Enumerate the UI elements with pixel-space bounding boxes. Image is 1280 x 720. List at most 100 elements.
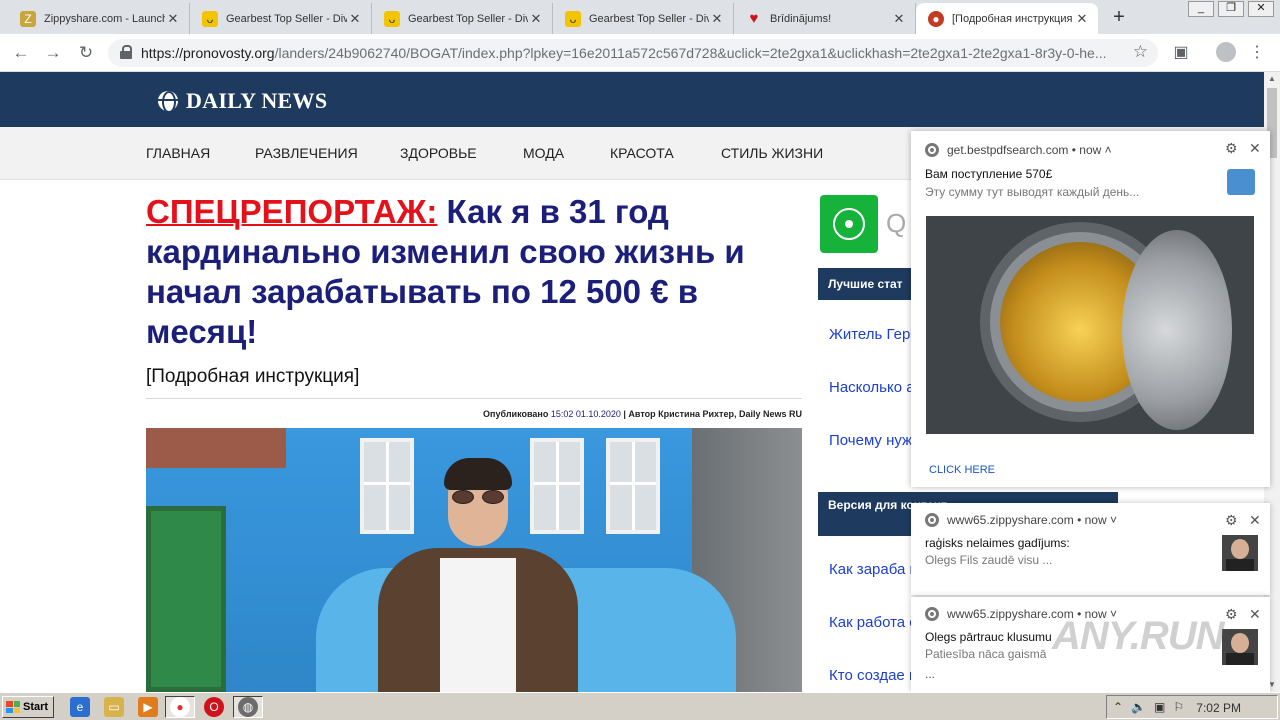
headline-kicker[interactable]: СПЕЦРЕПОРТАЖ: xyxy=(146,193,437,230)
close-icon[interactable]: ✕ xyxy=(165,11,181,27)
opera-icon[interactable]: O xyxy=(204,697,224,717)
tab-title: Brīdinājums! xyxy=(770,12,832,25)
chrome-icon xyxy=(925,607,939,621)
bookmark-star-icon[interactable]: ☆ xyxy=(1133,42,1148,62)
chevron-down-icon[interactable]: ˅ xyxy=(1110,513,1117,527)
tab-gearbest-1[interactable]: ᴗ Gearbest Top Seller - Div ✕ xyxy=(190,3,372,34)
url-host: https://pronovosty.org xyxy=(141,45,275,61)
close-icon[interactable]: ✕ xyxy=(1074,11,1090,27)
chrome-taskbar-button[interactable]: ● xyxy=(165,696,195,718)
photo-window xyxy=(530,438,584,534)
tab-strip: Z Zippyshare.com - Launch ✕ ᴗ Gearbest T… xyxy=(0,0,1280,34)
notification-bestpdfsearch[interactable]: get.bestpdfsearch.com • now ˄ ⚙ ✕ Вам по… xyxy=(911,131,1270,487)
window-controls: _ ❐ ✕ xyxy=(1184,1,1274,17)
system-tray: ⌃ 🔈 ▣ ⚐ 7:02 PM xyxy=(1106,695,1278,719)
windows-logo-icon xyxy=(6,701,20,713)
byline-prefix: Опубликовано xyxy=(483,409,551,419)
photo-person-hair xyxy=(444,458,512,490)
tab-title: Gearbest Top Seller - Div xyxy=(408,12,528,25)
byline-author: | Автор Кристина Рихтер, Daily News RU xyxy=(620,409,802,419)
scroll-up-icon[interactable]: ▲ xyxy=(1264,72,1280,86)
tray-expand-icon[interactable]: ⌃ xyxy=(1113,700,1123,714)
menu-item-fashion[interactable]: МОДА xyxy=(523,127,564,180)
notification-header: www65.zippyshare.com • now ˅ xyxy=(925,513,1117,527)
menu-item-home[interactable]: ГЛАВНАЯ xyxy=(146,127,210,180)
back-icon[interactable]: ← xyxy=(10,42,32,64)
sidebar-brand: Q xyxy=(886,208,907,238)
app-taskbar-button[interactable]: ◍ xyxy=(233,696,263,718)
article-photo xyxy=(146,428,802,692)
minimize-button[interactable]: _ xyxy=(1188,1,1214,17)
close-icon[interactable]: ✕ xyxy=(1249,512,1261,529)
internet-explorer-icon[interactable]: e xyxy=(70,697,90,717)
photo-roof xyxy=(146,428,286,468)
atom-icon xyxy=(833,208,865,240)
chrome-icon xyxy=(925,513,939,527)
photo-door xyxy=(146,506,226,692)
gear-icon[interactable]: ⚙ xyxy=(1225,140,1238,157)
tab-bridinajums[interactable]: ♥ Brīdinājums! ✕ xyxy=(734,3,916,34)
tab-title: [Подробная инструкция xyxy=(952,12,1073,25)
close-icon[interactable]: ✕ xyxy=(1249,140,1261,157)
reload-icon[interactable]: ↻ xyxy=(75,42,97,64)
tab-gearbest-3[interactable]: ᴗ Gearbest Top Seller - Div ✕ xyxy=(553,3,734,34)
close-window-button[interactable]: ✕ xyxy=(1248,1,1274,17)
notification-time: • now xyxy=(1077,513,1107,527)
menu-item-beauty[interactable]: КРАСОТА xyxy=(610,127,674,180)
gearbest-icon: ᴗ xyxy=(202,10,218,27)
vault-door xyxy=(1122,230,1232,430)
notification-image-vault xyxy=(926,216,1254,434)
notification-title: Olegs pārtrauc klusumu xyxy=(925,630,1052,644)
photo-window xyxy=(360,438,414,534)
address-bar[interactable]: https://pronovosty.org/landers/24b906274… xyxy=(108,39,1158,67)
notification-body: Эту сумму тут выводят каждый день... xyxy=(925,185,1140,199)
notification-time: • now xyxy=(1071,143,1102,157)
menu-item-lifestyle[interactable]: СТИЛЬ ЖИЗНИ xyxy=(721,127,823,180)
notification-title: Вам поступление 570£ xyxy=(925,167,1053,181)
gear-icon[interactable]: ⚙ xyxy=(1225,606,1238,623)
url-path: /landers/24b9062740/BOGAT/index.php?lpke… xyxy=(274,45,1107,61)
close-icon[interactable]: ✕ xyxy=(1249,606,1261,623)
start-button[interactable]: Start xyxy=(2,696,54,718)
photo-person-shirt xyxy=(440,558,516,692)
flag-icon[interactable]: ⚐ xyxy=(1173,700,1184,714)
tab-gearbest-2[interactable]: ᴗ Gearbest Top Seller - Div ✕ xyxy=(372,3,553,34)
maximize-button[interactable]: ❐ xyxy=(1218,1,1244,17)
extension-icon[interactable]: ▣ xyxy=(1170,42,1192,62)
gear-icon[interactable]: ⚙ xyxy=(1225,512,1238,529)
site-logo[interactable]: DAILY NEWS xyxy=(158,88,327,114)
close-icon[interactable]: ✕ xyxy=(528,11,544,27)
new-tab-button[interactable]: + xyxy=(1108,6,1130,28)
media-player-icon[interactable]: ▶ xyxy=(138,697,158,717)
menu-item-entertainment[interactable]: РАЗВЛЕЧЕНИЯ xyxy=(255,127,358,180)
chevron-up-icon[interactable]: ˄ xyxy=(1105,143,1112,157)
chrome-icon xyxy=(925,143,939,157)
forward-icon[interactable]: → xyxy=(42,42,64,64)
notification-zippyshare-1[interactable]: www65.zippyshare.com • now ˅ ⚙ ✕ raģisks… xyxy=(911,503,1270,595)
photo-sunglasses xyxy=(452,490,504,504)
close-icon[interactable]: ✕ xyxy=(347,11,363,27)
volume-icon[interactable]: 🔈 xyxy=(1131,700,1146,714)
windows-taskbar: Start e ▭ ▶ ● O ◍ ⌃ 🔈 ▣ ⚐ 7:02 PM xyxy=(0,692,1280,720)
menu-dots-icon[interactable]: ⋮ xyxy=(1246,42,1268,62)
globe-icon xyxy=(158,91,178,111)
network-icon[interactable]: ▣ xyxy=(1154,700,1165,714)
tab-active-instruction[interactable]: ● [Подробная инструкция ✕ xyxy=(916,3,1098,34)
profile-avatar-icon[interactable] xyxy=(1216,42,1236,62)
anyrun-watermark: ANY.RUN xyxy=(1052,614,1225,658)
notification-body: Patiesība nāca gaismā xyxy=(925,647,1047,661)
close-icon[interactable]: ✕ xyxy=(891,11,907,27)
page-icon: ● xyxy=(928,10,944,27)
lock-icon[interactable] xyxy=(120,45,132,59)
notification-click-here-button[interactable]: CLICK HERE xyxy=(929,464,995,476)
folder-icon[interactable]: ▭ xyxy=(104,697,124,717)
browser-toolbar: ← → ↻ https://pronovosty.org/landers/24b… xyxy=(0,34,1280,72)
sidebar-logo[interactable] xyxy=(820,195,878,253)
tab-zippyshare[interactable]: Z Zippyshare.com - Launch ✕ xyxy=(8,3,190,34)
menu-item-health[interactable]: ЗДОРОВЬЕ xyxy=(400,127,477,180)
clock[interactable]: 7:02 PM xyxy=(1196,701,1241,715)
close-icon[interactable]: ✕ xyxy=(709,11,725,27)
url-text[interactable]: https://pronovosty.org/landers/24b906274… xyxy=(141,39,1121,67)
notification-source: get.bestpdfsearch.com xyxy=(947,143,1069,157)
tab-title: Gearbest Top Seller - Div xyxy=(226,12,347,25)
